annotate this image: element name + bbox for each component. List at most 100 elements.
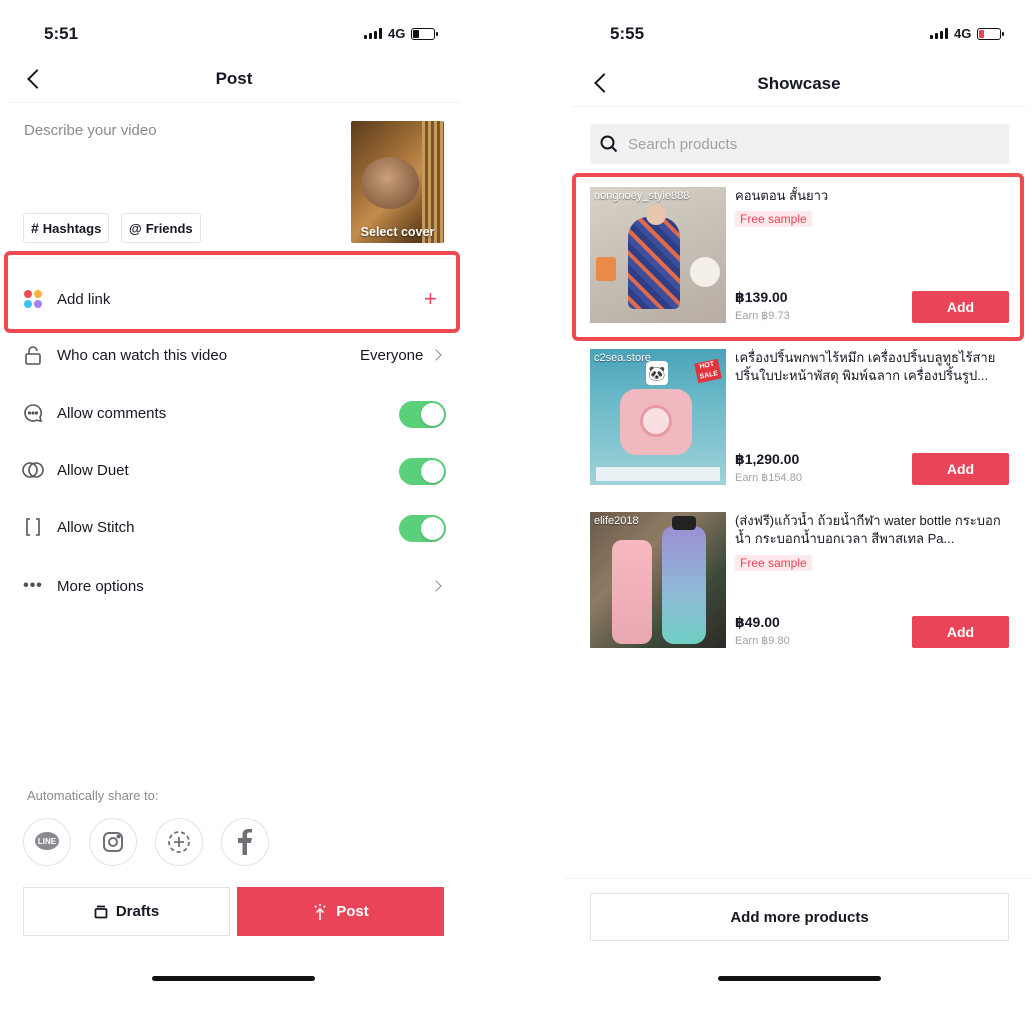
status-time: 5:51 [44, 24, 79, 43]
decor-item [596, 257, 616, 281]
chevron-right-icon [430, 580, 442, 592]
add-link-row[interactable]: Add link + [0, 288, 468, 310]
product-price: ฿1,290.00 [735, 451, 800, 467]
dots-color-icon [22, 288, 44, 310]
battery-icon [977, 27, 1005, 40]
network-label: 4G [388, 26, 406, 41]
product-card: elife2018 (ส่งฟรี)แก้วน้ำ ถ้วยน้ำกีฬา wa… [590, 512, 1009, 648]
post-screen: 5:51 4G Post Describe your video # Hasht… [0, 0, 468, 1009]
bottle-cap [672, 516, 696, 530]
hot-sale-tag: HOT SALE [694, 358, 722, 384]
product-image: nongnoey_style888 [590, 187, 726, 323]
product-title: เครื่องปริ้นพกพาไร้หมึก เครื่องปริ้นบลูท… [735, 350, 996, 383]
network-label: 4G [954, 26, 972, 41]
plush-toy [690, 257, 720, 287]
stitch-toggle[interactable] [399, 515, 446, 542]
product-price: ฿139.00 [735, 289, 788, 305]
signal-icon [364, 28, 382, 39]
chevron-right-icon [430, 349, 442, 361]
add-link-label: Add link [57, 290, 111, 308]
status-icons: 4G [364, 26, 439, 41]
product-image: elife2018 [590, 512, 726, 648]
search-icon [600, 135, 618, 153]
line-share-icon[interactable]: LINE [23, 818, 71, 866]
more-dots-icon: ••• [23, 577, 43, 594]
duet-toggle[interactable] [399, 458, 446, 485]
stitch-label: Allow Stitch [57, 518, 135, 536]
screen-gap [468, 0, 566, 1009]
drafts-icon [94, 905, 108, 918]
duet-icon [22, 459, 44, 481]
comments-toggle[interactable] [399, 401, 446, 428]
add-share-icon[interactable] [155, 818, 203, 866]
product-price: ฿49.00 [735, 614, 780, 630]
friends-label: Friends [145, 220, 193, 236]
product-title: (ส่งฟรี)แก้วน้ำ ถ้วยน้ำกีฬา water bottle… [735, 513, 1001, 546]
more-options-label: More options [57, 577, 144, 595]
page-title: Post [215, 69, 253, 88]
shop-name: elife2018 [594, 515, 639, 527]
instagram-share-icon[interactable] [89, 818, 137, 866]
product-earn: Earn ฿9.73 [735, 310, 790, 322]
add-product-button[interactable]: Add [912, 616, 1009, 648]
pink-bottle [612, 540, 652, 644]
cover-image[interactable]: Select cover [351, 121, 444, 243]
more-options-row[interactable]: ••• More options [0, 575, 468, 597]
product-earn: Earn ฿154.80 [735, 472, 802, 484]
comments-label: Allow comments [57, 404, 167, 422]
battery-icon [411, 27, 439, 40]
add-product-button[interactable]: Add [912, 453, 1009, 485]
search-input[interactable] [628, 135, 988, 153]
product-title: คอนตอน สั้นยาว [735, 188, 829, 203]
post-icon [314, 903, 326, 920]
showcase-screen: 5:55 4G Showcase nongnoey_style888 คอนตอ… [566, 0, 1032, 1009]
hashtags-button[interactable]: # Hashtags [23, 213, 110, 243]
header-divider [572, 106, 1026, 107]
hash-icon: # [31, 220, 39, 236]
duet-label: Allow Duet [57, 461, 129, 479]
home-indicator [152, 976, 315, 981]
shop-name: c2sea.store [594, 352, 651, 364]
free-sample-badge: Free sample [735, 555, 812, 571]
shop-name: nongnoey_style888 [594, 190, 690, 202]
figure-head [646, 205, 666, 225]
home-indicator [718, 976, 881, 981]
signal-icon [930, 28, 948, 39]
at-icon: @ [129, 220, 142, 236]
drafts-button[interactable]: Drafts [23, 887, 230, 936]
privacy-row[interactable]: Who can watch this video Everyone [0, 344, 468, 366]
description-input[interactable]: Describe your video [24, 122, 157, 139]
drafts-label: Drafts [115, 903, 160, 920]
privacy-label: Who can watch this video [57, 346, 228, 364]
product-image: 🐼 HOT SALE c2sea.store [590, 349, 726, 485]
friends-button[interactable]: @ Friends [121, 213, 201, 243]
facebook-share-icon[interactable] [221, 818, 269, 866]
post-label: Post [336, 903, 369, 920]
product-card: 🐼 HOT SALE c2sea.store เครื่องปริ้นพกพาไร… [590, 349, 1009, 485]
pajama-figure [628, 217, 680, 309]
add-more-products-button[interactable]: Add more products [590, 893, 1009, 941]
comments-row: Allow comments [0, 402, 468, 424]
product-card: nongnoey_style888 คอนตอน สั้นยาว Free sa… [590, 187, 1009, 323]
plus-icon[interactable]: + [424, 288, 437, 310]
panda-icon: 🐼 [646, 361, 668, 385]
lock-icon [22, 344, 44, 366]
header-divider [8, 102, 460, 103]
gradient-bottle [662, 526, 706, 644]
privacy-value: Everyone [360, 346, 424, 364]
comment-icon [22, 402, 44, 424]
cover-subject [361, 157, 419, 209]
printer-lens [640, 405, 672, 437]
duet-row: Allow Duet [0, 459, 468, 481]
search-bar[interactable] [590, 124, 1009, 164]
status-icons: 4G [930, 26, 1005, 41]
select-cover-label: Select cover [360, 225, 435, 239]
svg-text:LINE: LINE [38, 837, 57, 846]
product-earn: Earn ฿9.80 [735, 635, 790, 647]
footer-divider [566, 878, 1032, 879]
post-button[interactable]: Post [237, 887, 444, 936]
feature-strip [596, 467, 720, 481]
add-product-button[interactable]: Add [912, 291, 1009, 323]
stitch-icon [22, 516, 44, 538]
stitch-row: Allow Stitch [0, 516, 468, 538]
